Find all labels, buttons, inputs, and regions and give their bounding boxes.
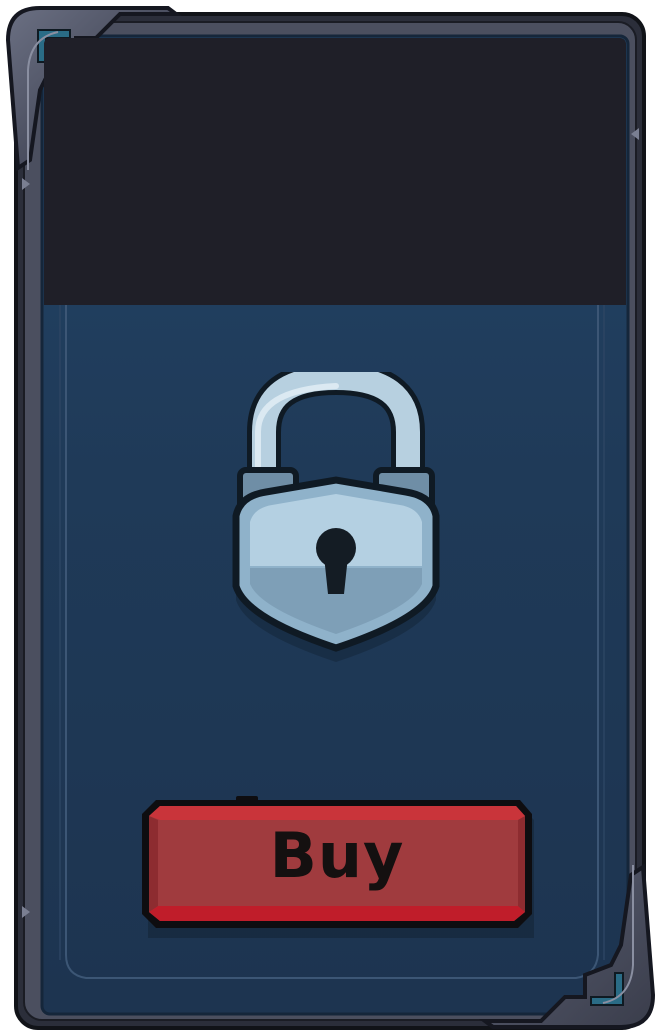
padlock-icon xyxy=(226,360,446,672)
item-card: Buy xyxy=(0,0,661,1035)
card-header-panel xyxy=(44,38,626,305)
buy-button-label: Buy xyxy=(269,819,405,892)
buy-button[interactable]: Buy xyxy=(138,794,536,940)
